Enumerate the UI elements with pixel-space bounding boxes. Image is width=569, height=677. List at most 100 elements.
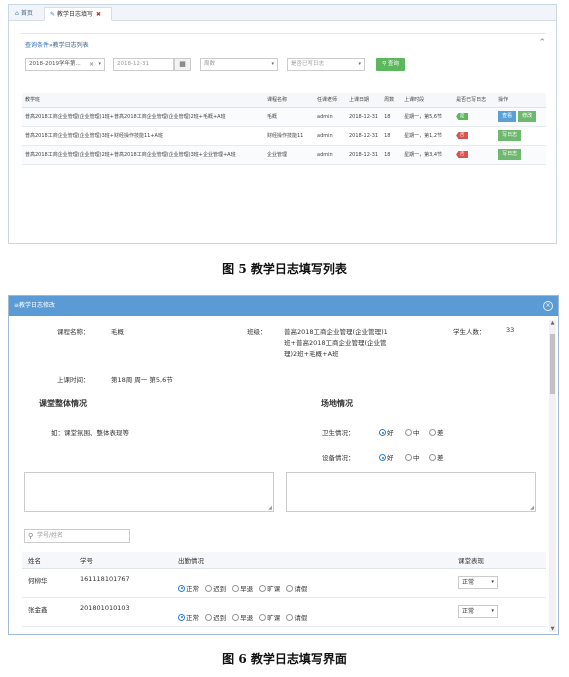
- tab-log-fill-label: 教学日志填写: [57, 11, 94, 18]
- cell-class: 普高2018工商企业管理(企业管理)2班+普高2018工商企业管理(企业管理)3…: [22, 145, 264, 165]
- log-status-placeholder: 是否已写日志: [291, 61, 325, 67]
- cell-actions: 查看 修改: [495, 107, 546, 127]
- query-conditions-link[interactable]: 查询条件: [25, 42, 49, 49]
- radio-icon: [286, 584, 294, 592]
- calendar-button[interactable]: ▦: [174, 58, 191, 71]
- radio-checked-icon: [379, 454, 386, 461]
- cell-log-status: 是: [453, 107, 496, 127]
- attendance-excused-radio[interactable]: 请假: [286, 613, 307, 622]
- student-table: 姓名 学号 出勤情况 课堂表现 何柳华 161118101767 正常 迟到 早…: [22, 552, 546, 627]
- equipment-label: 设备情况：: [322, 454, 355, 462]
- attendance-absent-radio[interactable]: 旷课: [259, 613, 281, 622]
- hygiene-poor-radio[interactable]: 差: [429, 427, 444, 437]
- close-tab-icon[interactable]: ✖: [96, 11, 101, 18]
- hygiene-medium-radio[interactable]: 中: [405, 427, 420, 437]
- overall-textarea[interactable]: ◢: [24, 472, 274, 512]
- cell-attendance: 正常 迟到 早退 旷课 请假: [172, 568, 452, 598]
- close-icon[interactable]: ×: [543, 301, 553, 311]
- tab-home[interactable]: ⌂ 首页: [10, 7, 40, 21]
- radio-icon: [205, 613, 213, 621]
- cell-log-status: 否: [453, 126, 496, 146]
- cell-period: 星期一，第3,4节: [401, 145, 454, 165]
- view-button[interactable]: 查看: [498, 111, 517, 122]
- class-label: 班级：: [247, 328, 267, 336]
- collapse-chevron-up-icon[interactable]: ⌃: [538, 38, 546, 48]
- col-class: 教学班: [22, 93, 264, 108]
- radio-icon: [405, 454, 412, 461]
- attendance-late-radio[interactable]: 迟到: [205, 613, 226, 622]
- attendance-normal-radio[interactable]: 正常: [178, 613, 199, 622]
- col-name: 姓名: [22, 552, 74, 569]
- radio-checked-icon: [178, 584, 185, 592]
- chevron-down-icon: ▾: [491, 608, 494, 614]
- attendance-late-radio[interactable]: 迟到: [205, 584, 226, 593]
- site-textarea[interactable]: ◢: [286, 472, 536, 512]
- cell-week: 18: [381, 126, 402, 146]
- attendance-label: 请假: [294, 584, 308, 593]
- panel-title: 查询条件»教学日志列表: [25, 40, 89, 49]
- dialog-scrollbar[interactable]: ▲ ▼: [549, 320, 556, 632]
- cell-performance: 正常 ▾: [452, 568, 546, 598]
- log-edit-dialog: ≡教学日志修改 × ▲ ▼ 课程名称： 毛概 班级： 普高2018工商企业管理(…: [8, 295, 559, 635]
- attendance-excused-radio[interactable]: 请假: [286, 584, 308, 593]
- chevron-down-icon: ▾: [271, 61, 274, 67]
- radio-icon: [429, 454, 436, 461]
- site-heading: 场地情况: [321, 399, 353, 408]
- search-icon: ⚲: [382, 61, 387, 67]
- performance-value: 正常: [462, 608, 475, 615]
- log-status-select[interactable]: 是否已写日志 ▾: [287, 58, 365, 71]
- attendance-label: 正常: [186, 584, 199, 593]
- attendance-leave-early-radio[interactable]: 早退: [232, 584, 254, 593]
- semester-select[interactable]: 2018-2019学年第... × ▾: [25, 58, 105, 71]
- col-week: 周数: [381, 93, 402, 108]
- search-icon: ⚲: [28, 532, 34, 540]
- scrollbar-thumb[interactable]: [550, 334, 555, 394]
- calendar-icon: ▦: [179, 60, 186, 68]
- attendance-label: 早退: [240, 584, 254, 593]
- date-value: 2018-12-31: [117, 61, 149, 67]
- hygiene-good-radio[interactable]: 好: [379, 427, 394, 437]
- week-select[interactable]: 周数 ▾: [200, 58, 278, 71]
- cell-date: 2018-12-31: [346, 107, 382, 127]
- radio-icon: [286, 613, 294, 621]
- attendance-absent-radio[interactable]: 旷课: [259, 584, 280, 593]
- tab-bar: ⌂ 首页 ✎ 教学日志填写 ✖: [9, 5, 556, 21]
- equipment-good-radio[interactable]: 好: [379, 452, 394, 462]
- performance-select[interactable]: 正常 ▾: [458, 576, 498, 589]
- write-log-button[interactable]: 写日志: [498, 149, 522, 160]
- resize-grip-icon[interactable]: ◢: [268, 505, 272, 511]
- edit-button[interactable]: 修改: [518, 111, 537, 122]
- write-log-button[interactable]: 写日志: [498, 130, 522, 141]
- performance-value: 正常: [462, 579, 475, 586]
- performance-select[interactable]: 正常 ▾: [458, 605, 498, 618]
- cell-course: 企业管理: [264, 145, 314, 165]
- radio-icon: [232, 613, 240, 621]
- cell-name: 何柳华: [22, 568, 74, 598]
- semester-value: 2018-2019学年第...: [29, 61, 81, 67]
- student-search-input[interactable]: ⚲ 学号/姓名: [24, 529, 130, 543]
- tab-log-fill[interactable]: ✎ 教学日志填写 ✖: [44, 7, 112, 21]
- equipment-medium-radio[interactable]: 中: [405, 452, 420, 462]
- attendance-label: 旷课: [267, 613, 281, 622]
- equipment-poor-radio[interactable]: 差: [429, 452, 444, 462]
- cell-class: 普高2018工商企业管理(企业管理)1班+普高2018工商企业管理(企业管理)2…: [22, 107, 264, 127]
- tab-home-label: 首页: [20, 10, 33, 17]
- cell-student-id: 161118101767: [74, 568, 172, 598]
- attendance-normal-radio[interactable]: 正常: [178, 584, 199, 593]
- cell-teacher: admin: [314, 145, 346, 165]
- attendance-label: 早退: [240, 613, 254, 622]
- attendance-leave-early-radio[interactable]: 早退: [232, 613, 254, 622]
- resize-grip-icon[interactable]: ◢: [530, 505, 534, 511]
- cell-date: 2018-12-31: [346, 126, 382, 146]
- date-input[interactable]: 2018-12-31: [113, 58, 174, 71]
- col-performance: 课堂表现: [452, 552, 546, 569]
- col-student-id: 学号: [74, 552, 172, 569]
- scroll-up-icon[interactable]: ▲: [549, 320, 556, 326]
- scroll-down-icon[interactable]: ▼: [549, 626, 556, 632]
- query-button[interactable]: ⚲ 查询: [376, 58, 405, 71]
- clear-icon[interactable]: ×: [89, 59, 94, 70]
- radio-checked-icon: [379, 429, 386, 436]
- table-row: 普高2018工商企业管理(企业管理)2班+普高2018工商企业管理(企业管理)3…: [22, 145, 546, 165]
- cell-actions: 写日志: [495, 126, 546, 146]
- cell-log-status: 否: [453, 145, 496, 165]
